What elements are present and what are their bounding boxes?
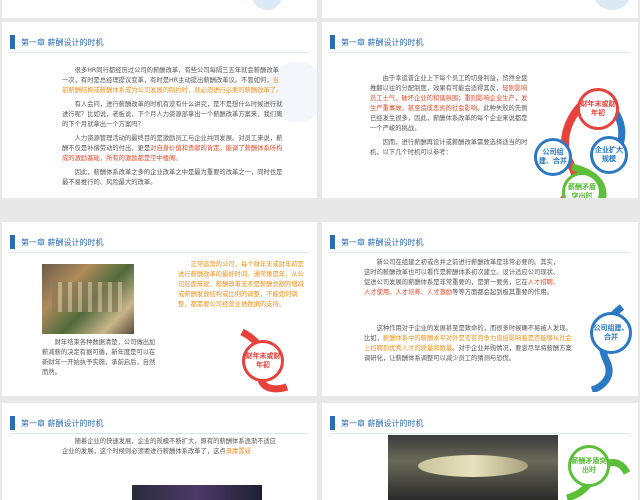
slide-header: 第一章 薪酬设计的时机 <box>10 415 104 431</box>
slide-header: 第一章 薪酬设计的时机 <box>10 34 104 50</box>
bubble-fiscal-year[interactable]: 财年末或财年初 <box>242 340 284 382</box>
paragraph: 新公司在组建之初或合并之前进行薪酬改革是非常必要的。其实，这时的薪酬改革也可以看… <box>364 258 564 298</box>
banknote-image <box>418 455 528 477</box>
caption-text: 财年结束各种数据清楚，公司做出加薪减薪的决定有据可循，新年度是可以在新财年一开始… <box>42 339 156 376</box>
paragraph: 因此，薪酬体系改革之多的企业改革之中是最为重要的改革之一，同时也是最不易推行的、… <box>62 168 284 188</box>
bubble-salary-conflict[interactable]: 薪酬矛盾突出时 <box>568 445 610 487</box>
paragraph: 因而，进行薪酬再设计或薪酬改革需要选择适当的时机，以下几个时机可以参考： <box>370 138 528 158</box>
header-divider <box>330 52 630 53</box>
bubble-expand-scale[interactable]: 企业扩大规模 <box>590 136 628 174</box>
paragraph: 很多HR同行都经历过公司的薪酬改革，有些公司每隔三五年就会薪酬改革一次，有时是总… <box>62 66 284 96</box>
decor-circle <box>592 0 632 10</box>
slide-header: 第一章 薪酬设计的时机 <box>10 234 104 250</box>
slide-title: 第一章 薪酬设计的时机 <box>21 237 104 247</box>
slide-6-body-2: 这种作用对于企业的发展甚至是致命的，而很多时候确不易被人发现。比如，薪酬体系中的… <box>364 324 578 368</box>
header-divider <box>10 252 309 253</box>
slide-title: 第一章 薪酬设计的时机 <box>341 237 424 247</box>
header-bar <box>10 35 15 49</box>
paragraph-text: 因此，薪酬体系改革之多的企业改革之中是最为重要的改革之一，同时也是最不易推行的、… <box>62 169 283 186</box>
paragraph-text: 因而，进行薪酬再设计或薪酬改革需要选择适当的时机，以下几个时机可以参考： <box>370 139 528 156</box>
slide-header: 第一章 薪酬设计的时机 <box>330 415 424 431</box>
slide-title: 第一章 薪酬设计的时机 <box>341 418 424 428</box>
slide-6[interactable]: 第一章 薪酬设计的时机 新公司在组建之初或合并之前进行薪酬改革是非常必要的。其实… <box>322 222 638 396</box>
paragraph: 有人会问，进行薪酬改革的时机有没有什么讲究，是不是想什么时候进行就进行呢？比如说… <box>62 100 284 130</box>
header-divider <box>10 52 309 53</box>
paragraph: 人力资源管理活动的最终目的是激励员工与企业共同发展。对员工来说，薪酬不仅是补偿劳… <box>62 134 284 164</box>
slide-grid: 第一章 薪酬设计的时机 很多HR同行都经历过公司的薪酬改革，有些公司每隔三五年就… <box>0 0 640 500</box>
header-bar <box>330 416 335 430</box>
paragraph: 随着企业的快速发展，企业的规模不断扩大，原有的薪酬体系逐渐不适应企业的发展，这个… <box>62 437 282 457</box>
slide-2-partial[interactable] <box>322 0 638 18</box>
slide-3-body: 很多HR同行都经历过公司的薪酬改革，有些公司每隔三五年就会薪酬改革一次，有时是总… <box>62 66 284 192</box>
header-bar <box>10 416 15 430</box>
slide-4[interactable]: 第一章 薪酬设计的时机 由于幸运普企业上下每个员工的切身利益，贸然全盘推翻以往的… <box>322 22 638 198</box>
slide-5-caption: 财年结束各种数据清楚，公司做出加薪减薪的决定有据可循，新年度是可以在新财年一开始… <box>42 338 160 382</box>
slide-7-body: 随着企业的快速发展，企业的规模不断扩大，原有的薪酬体系逐渐不适应企业的发展，这个… <box>62 437 282 461</box>
paragraph-text: 很多HR同行都经历过公司的薪酬改革，有些公司每隔三五年就会薪酬改革一次，有时是总… <box>62 67 279 84</box>
bubble-company-merge[interactable]: 公司组建、合并 <box>534 138 572 176</box>
slide-header: 第一章 薪酬设计的时机 <box>330 34 424 50</box>
slide-header: 第一章 薪酬设计的时机 <box>330 234 424 250</box>
paragraph-text: 有人会问，进行薪酬改革的时机有没有什么讲究，是不是想什么时候进行就进行呢？比如说… <box>62 101 283 128</box>
header-divider <box>330 433 630 434</box>
slide-4-body: 由于幸运普企业上下每个员工的切身利益，贸然全盘推翻以往的分配制度，效果有可能会适… <box>370 74 528 162</box>
header-divider <box>330 252 630 253</box>
slide-title: 第一章 薪酬设计的时机 <box>341 37 424 47</box>
header-divider <box>10 433 309 434</box>
paragraph: 由于幸运普企业上下每个员工的切身利益，贸然全盘推翻以往的分配制度，效果有可能会适… <box>370 74 528 134</box>
bubble-company-merge[interactable]: 公司组建、合并 <box>590 312 632 354</box>
slide-title: 第一章 薪酬设计的时机 <box>21 37 104 47</box>
header-bar <box>10 235 15 249</box>
cropped-photo <box>132 485 262 500</box>
highlight-text: 毋庸置疑 <box>225 448 251 455</box>
paragraph: 这种作用对于企业的发展甚至是致命的，而很多时候确不易被人发现。比如，薪酬体系中的… <box>364 324 578 364</box>
slide-7[interactable]: 第一章 薪酬设计的时机 随着企业的快速发展，企业的规模不断扩大，原有的薪酬体系逐… <box>2 403 317 500</box>
slide-3[interactable]: 第一章 薪酬设计的时机 很多HR同行都经历过公司的薪酬改革，有些公司每隔三五年就… <box>2 22 317 198</box>
bubble-fiscal-year[interactable]: 财年末或财年初 <box>577 88 619 130</box>
slide-8[interactable]: 第一章 薪酬设计的时机 薪酬矛盾突出时 <box>322 403 638 500</box>
header-bar <box>330 235 335 249</box>
slide-5-body: 正常运营的公司，每个财年末或财年初是进行薪酬改革的最好时间。通常像是年，从公司层… <box>178 260 304 314</box>
paragraph-text: 等等方面都会起到极其重要的作用。 <box>452 289 553 296</box>
header-bar <box>330 35 335 49</box>
quote-text: 正常运营的公司，每个财年末或财年初是进行薪酬改革的最好时间。通常像是年，从公司层… <box>178 261 304 308</box>
slide-5[interactable]: 第一章 薪酬设计的时机 财年结束各种数据清楚，公司做出加薪减薪的决定有据可循，新… <box>2 222 317 396</box>
slide-1-partial[interactable] <box>2 0 317 18</box>
slide-title: 第一章 薪酬设计的时机 <box>21 418 104 428</box>
banknote-texture <box>52 282 122 312</box>
decor-circle <box>252 0 282 10</box>
slide-6-body-1: 新公司在组建之初或合并之前进行薪酬改革是非常必要的。其实，这时的薪酬改革也可以看… <box>364 258 564 302</box>
